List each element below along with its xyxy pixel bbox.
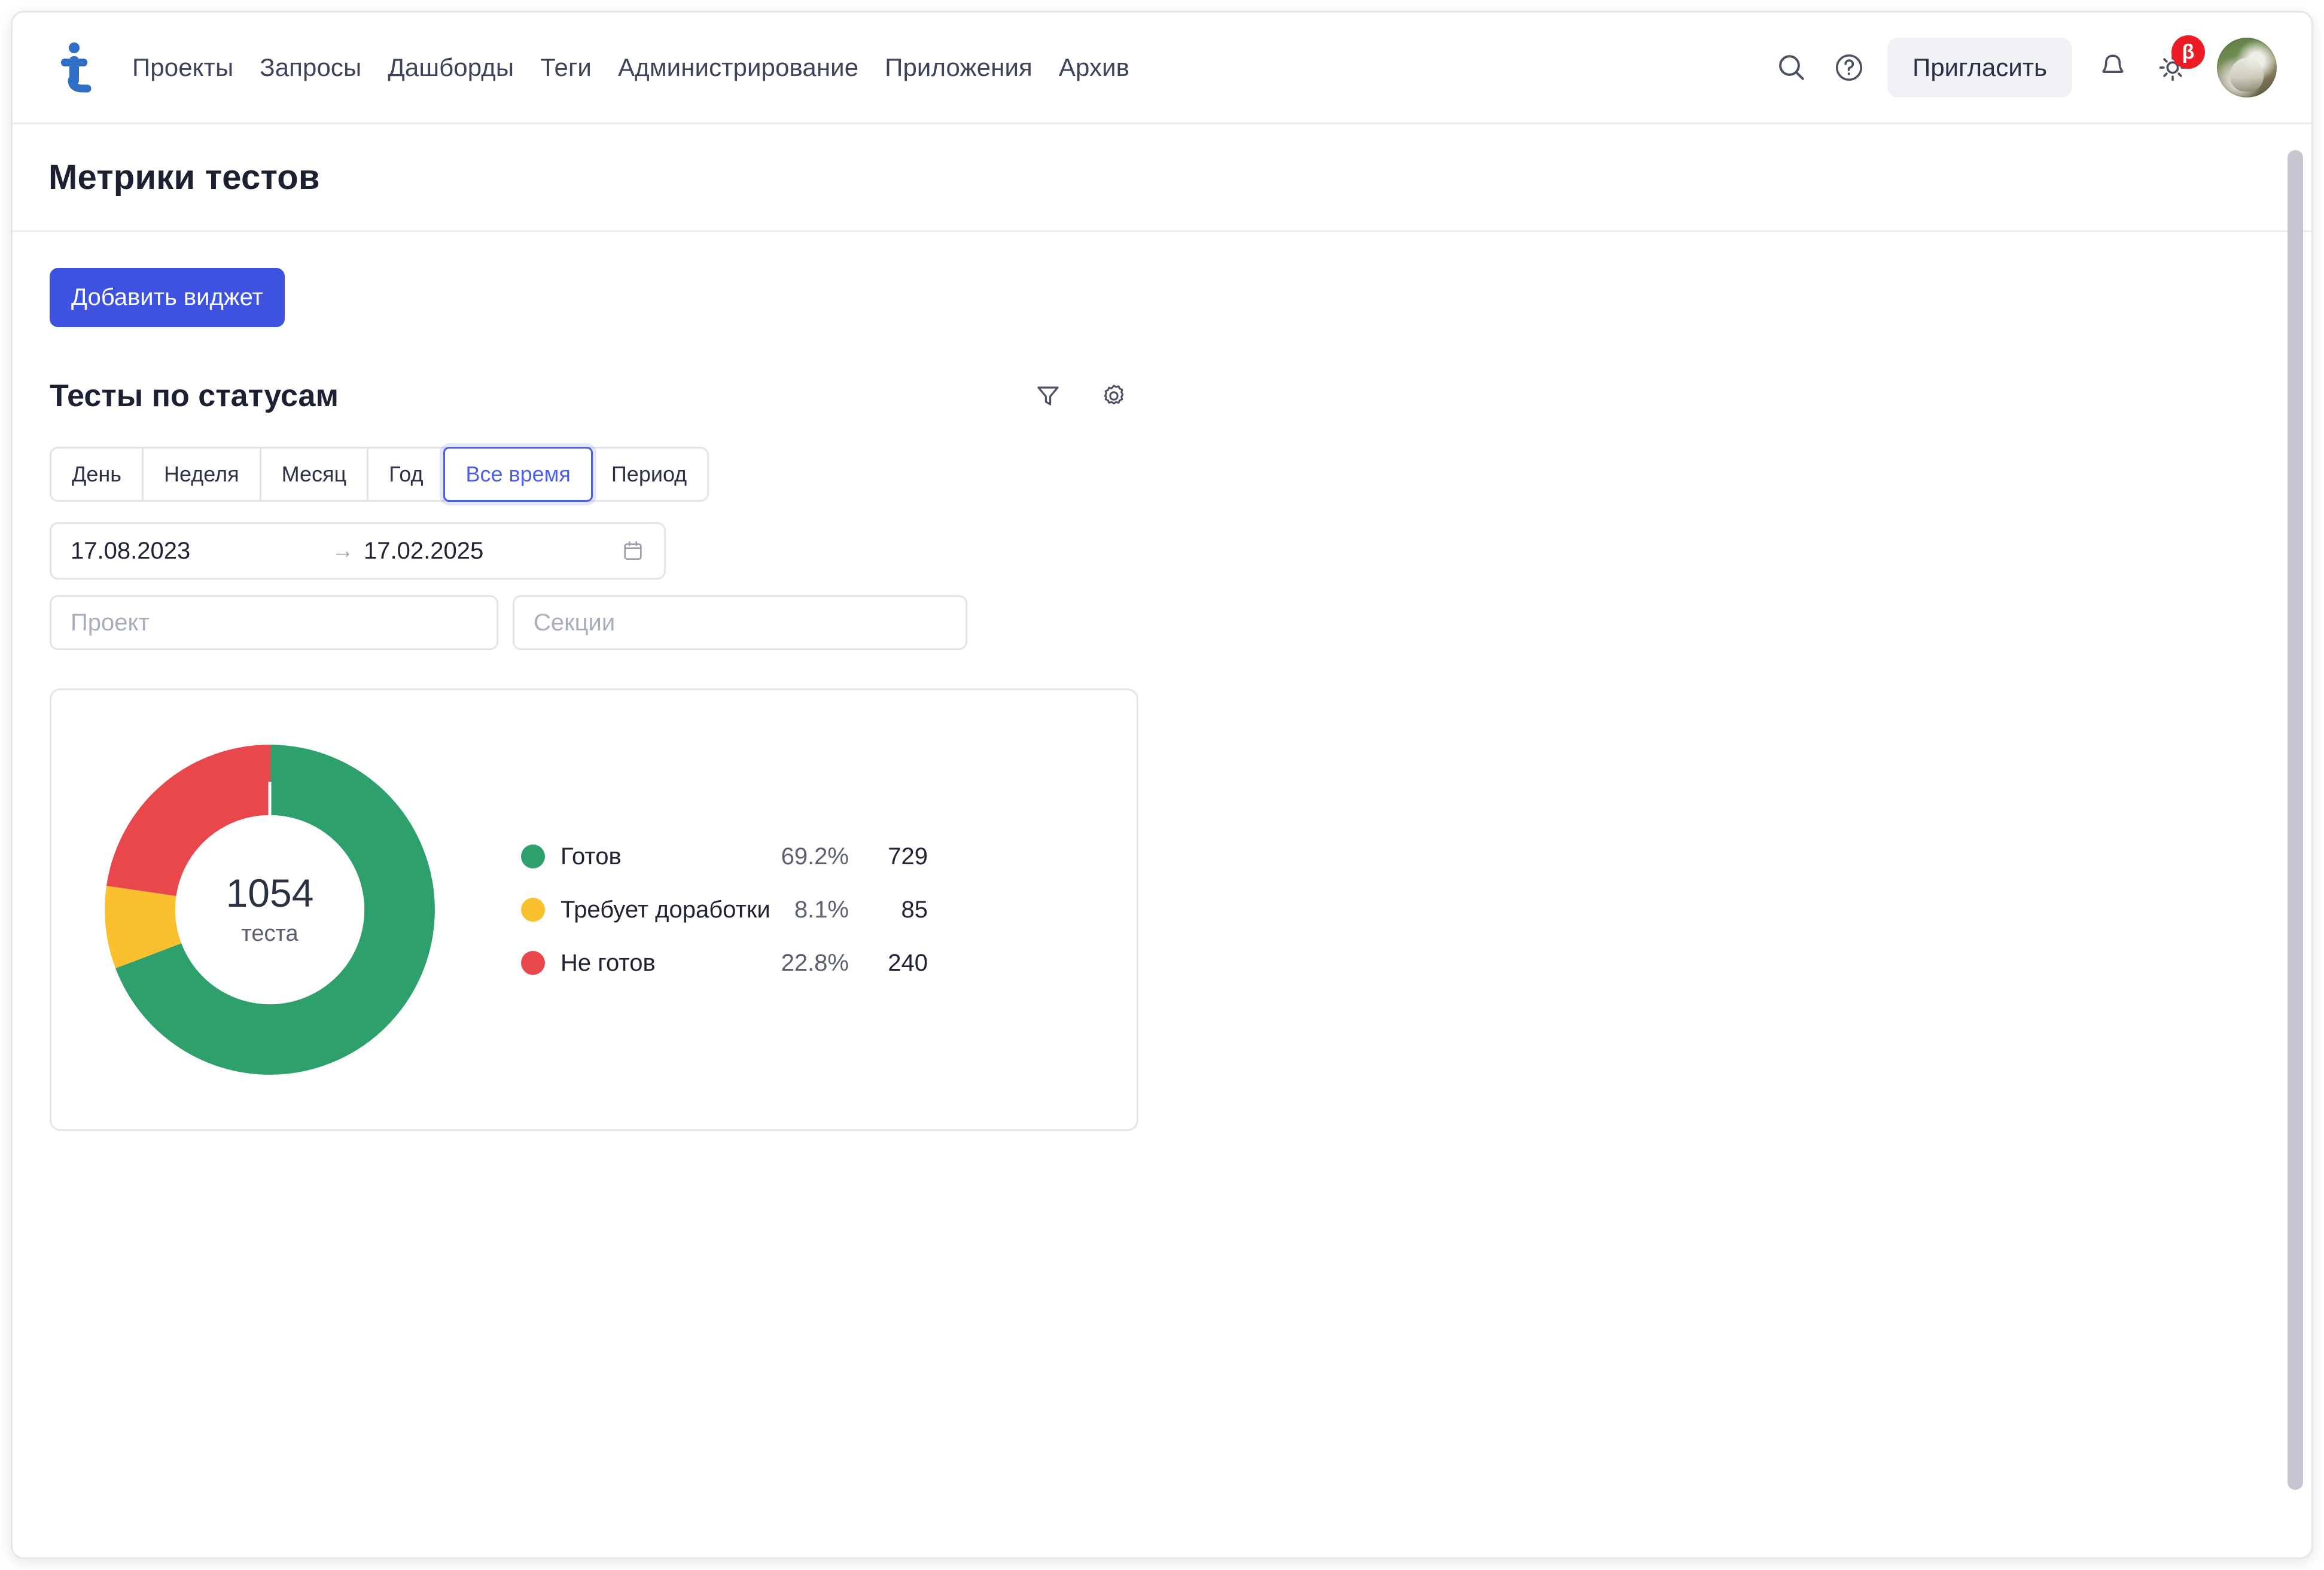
search-icon[interactable] — [1763, 39, 1820, 96]
legend-item-not-ready[interactable]: Не готов 22.8% 240 — [521, 950, 928, 977]
legend-item-ready[interactable]: Готов 69.2% 729 — [521, 843, 928, 870]
nav-item-administration[interactable]: Администрирование — [605, 47, 872, 88]
date-range-arrow: → — [331, 538, 354, 563]
gear-icon[interactable] — [1095, 377, 1132, 414]
help-circle-icon[interactable] — [1820, 39, 1878, 96]
tab-period[interactable]: Период — [590, 449, 708, 500]
tab-all-time[interactable]: Все время — [443, 447, 593, 502]
tab-year[interactable]: Год — [368, 449, 446, 500]
theme-toggle-button[interactable]: β — [2142, 35, 2205, 96]
legend-item-needs-work[interactable]: Требует доработки 8.1% 85 — [521, 897, 928, 923]
filter-funnel-icon[interactable] — [1029, 377, 1067, 414]
donut-chart: 1054 теста — [84, 724, 455, 1095]
nav-right-actions: Пригласить β — [1763, 35, 2277, 97]
sections-input[interactable] — [513, 595, 967, 650]
legend-label-not-ready: Не готов — [561, 949, 656, 976]
widget-title: Тесты по статусам — [50, 379, 339, 413]
screenshot-root: Проекты Запросы Дашборды Теги Администри… — [0, 0, 2324, 1570]
legend-percent-not-ready: 22.8% — [781, 949, 849, 976]
date-range-from[interactable]: 17.08.2023 — [71, 538, 322, 565]
page-header: Метрики тестов — [13, 124, 2311, 232]
main-nav: Проекты Запросы Дашборды Теги Администри… — [119, 47, 1143, 88]
legend-color-dot-green — [521, 845, 545, 868]
legend-color-dot-yellow — [521, 898, 545, 922]
invite-button[interactable]: Пригласить — [1887, 38, 2072, 97]
filter-row — [50, 595, 2276, 650]
calendar-icon[interactable] — [621, 539, 645, 563]
legend-count-ready: 729 — [888, 843, 928, 870]
period-tabs: День Неделя Месяц Год Все время Период — [50, 447, 709, 502]
app-window: Проекты Запросы Дашборды Теги Администри… — [11, 11, 2313, 1559]
beta-badge: β — [2171, 35, 2205, 69]
nav-item-archive[interactable]: Архив — [1046, 47, 1143, 88]
page-title: Метрики тестов — [48, 158, 320, 197]
date-range-to[interactable]: 17.02.2025 — [364, 538, 615, 565]
nav-item-projects[interactable]: Проекты — [119, 47, 246, 88]
date-range-picker[interactable]: 17.08.2023 → 17.02.2025 — [50, 522, 666, 580]
scrollbar-thumb[interactable] — [2288, 150, 2303, 1490]
legend-color-dot-red — [521, 951, 545, 975]
nav-item-applications[interactable]: Приложения — [872, 47, 1046, 88]
legend-percent-ready: 69.2% — [781, 843, 849, 870]
legend-count-not-ready: 240 — [888, 949, 928, 976]
logo-t-icon[interactable] — [50, 41, 101, 94]
user-avatar[interactable] — [2217, 38, 2277, 97]
nav-item-tags[interactable]: Теги — [527, 47, 605, 88]
tab-month[interactable]: Месяц — [261, 449, 369, 500]
add-widget-button[interactable]: Добавить виджет — [50, 268, 285, 327]
project-input[interactable] — [50, 595, 498, 650]
page-scrollbar[interactable] — [2288, 130, 2303, 1551]
legend-label-ready: Готов — [561, 843, 622, 870]
tab-week[interactable]: Неделя — [144, 449, 261, 500]
tab-day[interactable]: День — [51, 449, 144, 500]
page-body: Добавить виджет Тесты по статусам День Н… — [13, 232, 2311, 1131]
widget-tests-by-status: Тесты по статусам День Неделя Месяц Год … — [50, 377, 2276, 1131]
legend-label-needs-work: Требует доработки — [561, 896, 770, 923]
legend-count-needs-work: 85 — [901, 896, 928, 923]
widget-header: Тесты по статусам — [50, 377, 1132, 414]
top-navigation-bar: Проекты Запросы Дашборды Теги Администри… — [13, 13, 2311, 124]
bell-icon[interactable] — [2084, 39, 2142, 96]
nav-item-requests[interactable]: Запросы — [246, 47, 374, 88]
chart-legend: Готов 69.2% 729 Требует доработки 8.1% 8… — [521, 843, 928, 977]
chart-card: 1054 теста Готов 69.2% 729 Требует дораб… — [50, 688, 1138, 1131]
widget-actions — [1029, 377, 1132, 414]
nav-item-dashboards[interactable]: Дашборды — [374, 47, 527, 88]
legend-percent-needs-work: 8.1% — [794, 896, 849, 923]
